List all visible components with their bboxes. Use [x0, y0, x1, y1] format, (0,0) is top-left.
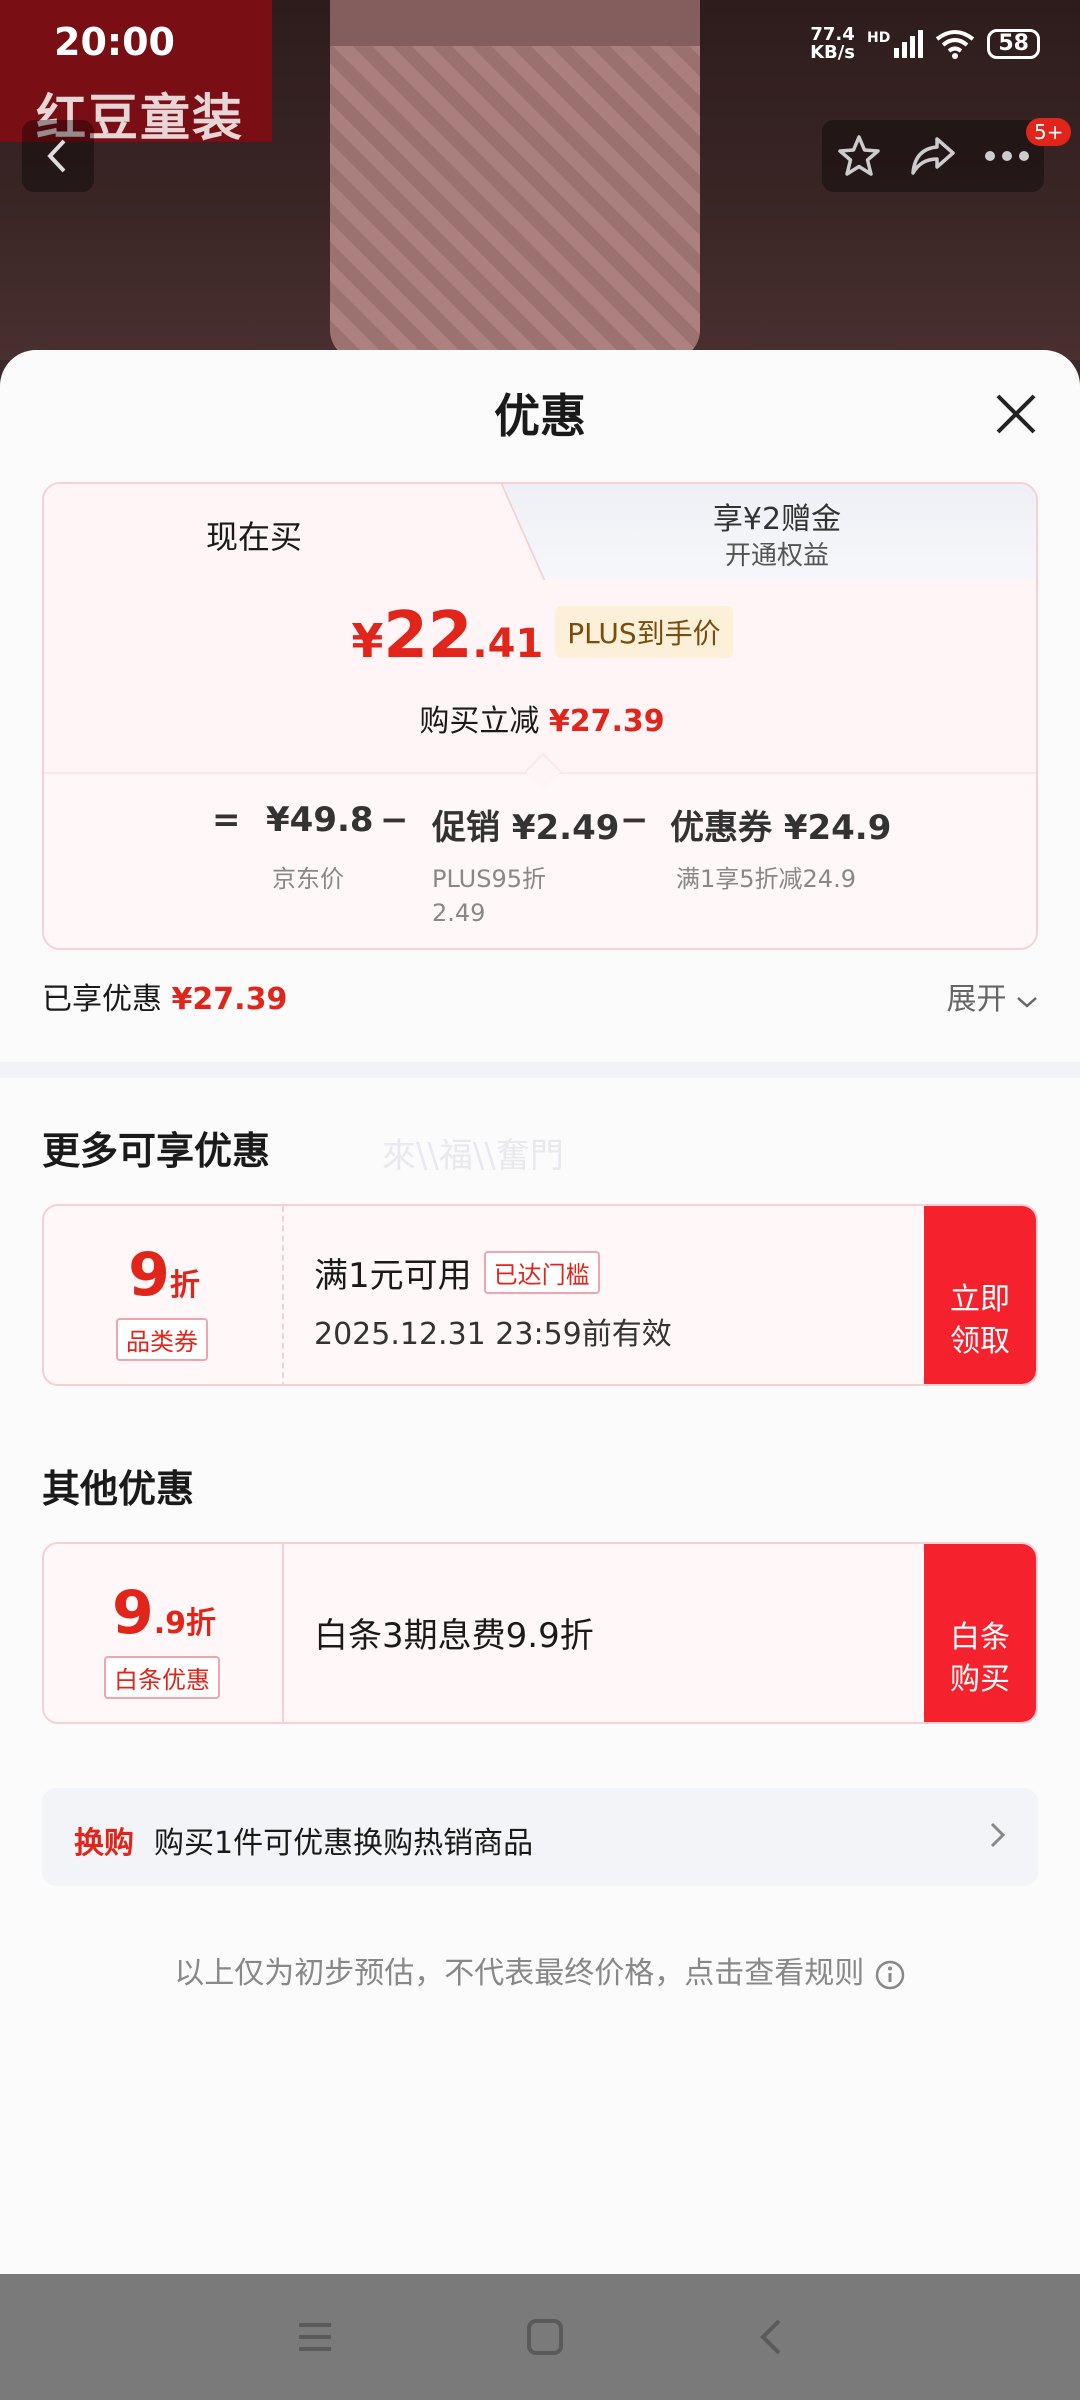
exchange-text: 购买1件可优惠换购热销商品 — [154, 1826, 534, 1861]
price-integer: 22 — [383, 599, 473, 673]
enjoyed-discount: 已享优惠 ¥27.39 — [42, 974, 287, 1018]
more-icon[interactable] — [984, 150, 1030, 162]
discount-sheet: 优惠 现在买 享¥2赠金 开通权益 ¥22.41 PLUS到手价 购买立减 ¥2… — [0, 350, 1080, 2274]
tab-now-label: 现在买 — [205, 518, 302, 556]
coupon-detail: 满1享5折减24.9 — [676, 865, 856, 893]
baitiao-buy-button[interactable]: 白条 购买 — [924, 1544, 1036, 1722]
jd-price: ¥49.8 — [266, 800, 374, 840]
promo-detail-line1: PLUS95折 — [432, 865, 546, 893]
exchange-tag: 换购 — [74, 1826, 134, 1861]
baitiao-description: 白条3期息费9.9折 — [314, 1616, 594, 1656]
tab-bonus-title: 享¥2赠金 — [712, 502, 842, 537]
coupon-rate: 9折 — [44, 1240, 284, 1310]
more-offers-title: 更多可享优惠 — [42, 1129, 271, 1173]
back-icon[interactable] — [755, 2317, 785, 2357]
net-type: HD — [867, 30, 891, 46]
coupon-validity: 2025.12.31 23:59前有效 — [314, 1317, 672, 1352]
status-bar-right: 77.4 KB/s HD 58 — [810, 26, 1040, 62]
threshold-tag: 已达门槛 — [483, 1251, 600, 1294]
exchange-purchase-row[interactable]: 换购 购买1件可优惠换购热销商品 — [42, 1788, 1038, 1886]
minus-sign: − — [620, 800, 649, 840]
chevron-down-icon — [1017, 997, 1037, 1008]
coupon-type-tag: 品类券 — [116, 1318, 208, 1361]
baitiao-rate-unit: .9折 — [153, 1606, 217, 1641]
enjoyed-amount: ¥27.39 — [171, 982, 288, 1017]
baitiao-offer: 9.9折 白条优惠 白条3期息费9.9折 白条 购买 — [42, 1542, 1038, 1724]
system-nav-bar — [0, 2274, 1080, 2400]
notification-badge: 5+ — [1026, 118, 1072, 146]
network-speed: 77.4 KB/s — [810, 26, 855, 62]
price-breakdown: = ¥49.8 京东价 − 促销 ¥2.49 PLUS95折 2.49 − 优惠… — [44, 776, 1036, 948]
expand-button[interactable]: 展开 — [946, 974, 1038, 1018]
net-speed-unit: KB/s — [810, 42, 856, 63]
close-icon[interactable] — [992, 390, 1040, 438]
tab-bonus-label: 享¥2赠金 开通权益 — [514, 502, 1036, 574]
watermark: 來\\福\\奮門 — [382, 1136, 564, 1176]
coupon-info: 满1元可用 已达门槛 2025.12.31 23:59前有效 — [314, 1248, 672, 1353]
share-icon[interactable] — [909, 133, 957, 179]
chevron-left-icon — [47, 139, 66, 173]
coupon-rate-number: 9 — [128, 1240, 170, 1310]
menu-icon[interactable] — [295, 2319, 335, 2355]
tab-bonus-subtitle: 开通权益 — [724, 541, 829, 571]
reduction-label: 购买立减 — [419, 704, 540, 739]
baitiao-rate: 9.9折 — [44, 1578, 284, 1648]
status-time: 20:00 — [54, 20, 175, 64]
price-symbol: ¥ — [351, 614, 384, 668]
price-card: 现在买 享¥2赠金 开通权益 ¥22.41 PLUS到手价 购买立减 ¥27.3… — [42, 482, 1038, 950]
baitiao-button-line2: 购买 — [950, 1662, 1010, 1697]
sheet-title: 优惠 — [494, 389, 586, 443]
baitiao-button-line1: 白条 — [950, 1620, 1010, 1655]
section-divider — [0, 1062, 1080, 1078]
instant-reduction: 购买立减 ¥27.39 — [44, 696, 1036, 740]
claim-button-line1: 立即 — [950, 1282, 1010, 1317]
claim-button-line2: 领取 — [950, 1324, 1010, 1359]
top-action-bar — [822, 120, 1044, 192]
expand-label: 展开 — [946, 982, 1007, 1017]
minus-sign: − — [380, 800, 409, 840]
wifi-icon — [936, 30, 975, 59]
price-tabs: 现在买 享¥2赠金 开通权益 — [44, 484, 1036, 580]
enjoyed-label: 已享优惠 — [42, 982, 162, 1017]
home-icon[interactable] — [525, 2317, 565, 2357]
plus-price-tag: PLUS到手价 — [555, 606, 733, 658]
coupon-rate-panel: 9折 品类券 — [44, 1206, 284, 1384]
star-icon[interactable] — [836, 133, 882, 179]
reduction-amount: ¥27.39 — [548, 704, 665, 739]
disclaimer-text: 以上仅为初步预估，不代表最终价格，点击查看规则 — [174, 1956, 865, 1991]
claim-coupon-button[interactable]: 立即 领取 — [924, 1206, 1036, 1384]
chevron-right-icon — [990, 1822, 1006, 1848]
signal-icon: HD — [867, 30, 924, 58]
info-icon[interactable] — [874, 1959, 906, 1991]
equals-sign: = — [212, 800, 241, 840]
product-photo — [330, 0, 700, 360]
coupon-rate-unit: 折 — [169, 1268, 200, 1303]
baitiao-info: 白条3期息费9.9折 — [314, 1608, 594, 1657]
promo-amount: 促销 ¥2.49 — [432, 808, 620, 848]
battery-icon: 58 — [987, 29, 1040, 59]
price-card-body: ¥22.41 PLUS到手价 购买立减 ¥27.39 = ¥49.8 京东价 −… — [44, 580, 1036, 948]
other-offers-title: 其他优惠 — [42, 1467, 195, 1511]
baitiao-tag: 白条优惠 — [104, 1656, 220, 1699]
price-decimal: .41 — [472, 621, 544, 667]
coupon-condition: 满1元可用 — [314, 1256, 472, 1296]
baitiao-rate-panel: 9.9折 白条优惠 — [44, 1544, 284, 1722]
final-price: ¥22.41 PLUS到手价 — [44, 604, 1036, 668]
baitiao-rate-number: 9 — [111, 1578, 154, 1648]
jd-price-label: 京东价 — [272, 865, 344, 893]
back-button[interactable] — [22, 120, 94, 192]
category-coupon: 9折 品类券 满1元可用 已达门槛 2025.12.31 23:59前有效 立即… — [42, 1204, 1038, 1386]
price-disclaimer[interactable]: 以上仅为初步预估，不代表最终价格，点击查看规则 — [0, 1948, 1080, 1992]
promo-detail: PLUS95折 2.49 — [432, 862, 546, 930]
promo-detail-line2: 2.49 — [432, 899, 486, 927]
coupon-amount: 优惠券 ¥24.9 — [670, 808, 892, 848]
